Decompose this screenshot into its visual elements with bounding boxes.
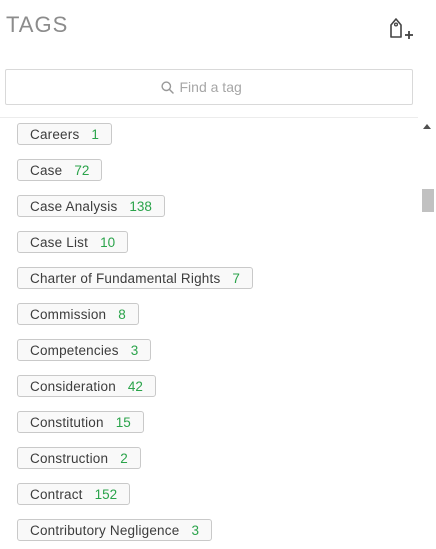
tag-count: 152 (94, 486, 118, 502)
tag-item[interactable]: Case 72 (17, 159, 103, 181)
tag-count: 15 (115, 414, 131, 430)
tag-count: 1 (91, 126, 99, 142)
tag-count: 72 (74, 162, 90, 178)
tag-count: 8 (118, 306, 126, 322)
tag-name: Consideration (30, 378, 116, 394)
tag-count: 3 (191, 522, 199, 538)
tag-add-icon (390, 18, 413, 39)
scroll-up-arrow-icon[interactable] (423, 124, 431, 129)
tag-item[interactable]: Construction 2 (17, 447, 141, 469)
tag-item[interactable]: Contributory Negligence 3 (17, 519, 212, 541)
search-box[interactable] (5, 69, 413, 105)
new-tag-button[interactable] (386, 14, 416, 42)
tag-count: 10 (100, 234, 116, 250)
tag-item[interactable]: Case Analysis 138 (17, 195, 165, 217)
search-input[interactable] (179, 79, 258, 95)
tag-count: 138 (129, 198, 152, 214)
tags-header: TAGS (0, 0, 436, 56)
tag-item[interactable]: Constitution 15 (17, 411, 144, 433)
tag-item[interactable]: Careers 1 (17, 123, 112, 145)
tag-name: Charter of Fundamental Rights (30, 270, 221, 286)
tag-name: Contract (30, 486, 83, 502)
scrollbar-thumb[interactable] (422, 189, 434, 212)
tag-item[interactable]: Consideration 42 (17, 375, 156, 397)
page-title: TAGS (6, 12, 69, 37)
tag-item[interactable]: Charter of Fundamental Rights 7 (17, 267, 253, 289)
tag-name: Case Analysis (30, 198, 118, 214)
tag-count: 2 (120, 450, 128, 466)
tag-name: Commission (30, 306, 107, 322)
tag-name: Constitution (30, 414, 104, 430)
tag-name: Case List (30, 234, 89, 250)
tag-name: Contributory Negligence (30, 522, 180, 538)
tag-name: Competencies (30, 342, 119, 358)
tag-item[interactable]: Commission 8 (17, 303, 139, 325)
tag-item[interactable]: Case List 10 (17, 231, 129, 253)
tag-count: 7 (232, 270, 240, 286)
tag-name: Careers (30, 126, 80, 142)
tag-count: 42 (127, 378, 143, 394)
tag-count: 3 (130, 342, 139, 358)
tag-item[interactable]: Competencies 3 (17, 339, 152, 361)
tag-name: Case (30, 162, 63, 178)
search-icon (160, 80, 174, 94)
scrollbar[interactable] (420, 118, 436, 549)
tag-list: Careers 1 Case 72 Case Analysis 138 Case… (0, 118, 418, 549)
tag-item[interactable]: Contract 152 (17, 483, 131, 505)
tag-name: Construction (30, 450, 109, 466)
